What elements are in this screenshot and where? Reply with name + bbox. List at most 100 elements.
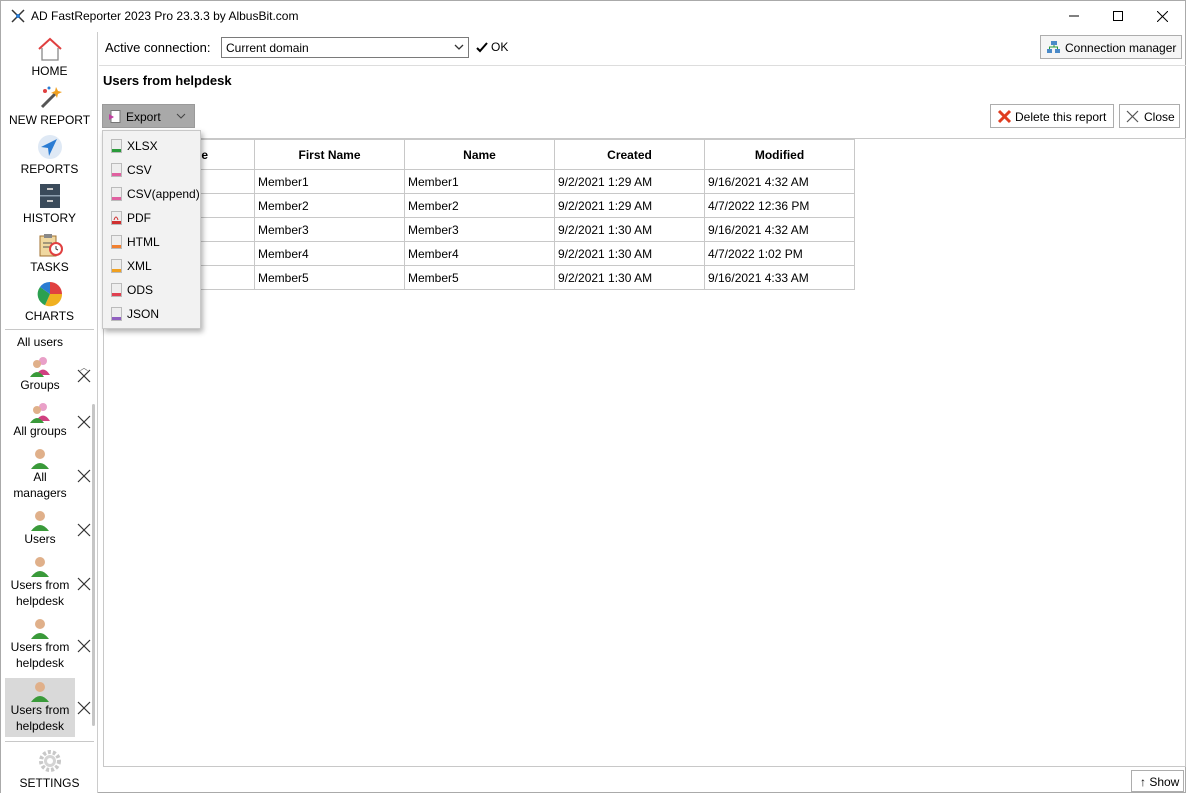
open-report-users-from-helpdesk-selected[interactable]: Users from helpdesk	[5, 678, 75, 737]
nav-history-label: HISTORY	[23, 211, 76, 225]
home-icon	[38, 37, 62, 61]
column-header[interactable]: Name	[404, 139, 555, 170]
sidebar-divider	[5, 329, 94, 330]
minimize-icon	[1068, 15, 1079, 17]
nav-home[interactable]: HOME	[1, 34, 98, 82]
export-menu-item-xml[interactable]: XML	[103, 255, 200, 279]
export-menu-item-json[interactable]: JSON	[103, 303, 200, 327]
connection-status: OK	[476, 40, 508, 54]
delete-report-button[interactable]: Delete this report	[990, 104, 1114, 128]
column-header[interactable]: Modified	[704, 139, 855, 170]
html-file-icon	[111, 235, 122, 249]
close-report-button[interactable]: Close	[1119, 104, 1180, 128]
export-menu-item-csv-append[interactable]: CSV(append)	[103, 183, 200, 207]
window-close-button[interactable]	[1140, 1, 1185, 31]
open-report-users[interactable]: Users	[5, 509, 75, 547]
nav-charts[interactable]: CHARTS	[1, 279, 98, 327]
open-report-all-groups[interactable]: All groups	[5, 401, 75, 439]
open-report-label: Users	[24, 532, 56, 546]
table-cell: 9/2/2021 1:30 AM	[554, 217, 705, 242]
connection-status-text: OK	[491, 40, 509, 54]
close-report-icon[interactable]	[77, 701, 91, 715]
export-menu-label: CSV(append)	[127, 187, 200, 201]
connection-select[interactable]: Current domain	[221, 37, 469, 58]
open-report-all-managers[interactable]: All managers	[5, 447, 75, 501]
nav-history[interactable]: HISTORY	[1, 181, 98, 229]
chevron-down-icon	[176, 113, 186, 119]
table-cell: 4/7/2022 1:02 PM	[704, 241, 855, 266]
file-cabinet-icon	[40, 184, 60, 208]
table-cell: 9/16/2021 4:33 AM	[704, 265, 855, 290]
nav-new-report-label: NEW REPORT	[8, 113, 91, 127]
table-cell: Member4	[254, 241, 405, 266]
table-row[interactable]: Member1 Member1 9/2/2021 1:29 AM 9/16/20…	[104, 169, 855, 194]
open-report-all-users[interactable]: All users	[5, 334, 75, 350]
close-report-icon[interactable]	[77, 369, 91, 383]
table-row[interactable]: Member3 Member3 9/2/2021 1:30 AM 9/16/20…	[104, 217, 855, 242]
nav-home-label: HOME	[31, 64, 68, 78]
table-cell: 9/16/2021 4:32 AM	[704, 169, 855, 194]
export-icon	[109, 110, 121, 123]
user-icon	[31, 682, 49, 702]
export-menu-item-xlsx[interactable]: XLSX	[103, 135, 200, 159]
export-label: Export	[126, 110, 161, 124]
table-row[interactable]: Member2 Member2 9/2/2021 1:29 AM 4/7/202…	[104, 193, 855, 218]
nav-settings[interactable]: SETTINGS	[1, 746, 98, 794]
xlsx-file-icon	[111, 139, 122, 153]
open-report-users-from-helpdesk[interactable]: Users from helpdesk	[5, 617, 75, 671]
minimize-button[interactable]	[1051, 1, 1096, 31]
open-report-users-from-helpdesk[interactable]: Users from helpdesk	[5, 555, 75, 609]
clipboard-clock-icon	[39, 234, 63, 257]
table-cell: Member3	[254, 217, 405, 242]
open-report-label: Users from helpdesk	[10, 640, 70, 670]
show-panel-button[interactable]: ↑ Show	[1131, 770, 1184, 792]
group-icon	[30, 403, 50, 423]
export-menu-item-csv[interactable]: CSV	[103, 159, 200, 183]
nav-new-report[interactable]: NEW REPORT	[1, 83, 98, 131]
table-cell: Member2	[254, 193, 405, 218]
column-header[interactable]: Created	[554, 139, 705, 170]
sidebar-scrollbar[interactable]	[92, 404, 95, 726]
network-icon	[1047, 41, 1060, 53]
export-menu-item-html[interactable]: HTML	[103, 231, 200, 255]
export-button[interactable]: Export	[102, 104, 195, 128]
connection-bar: Active connection: Current domain OK Con…	[99, 32, 1186, 66]
table-header-row: e First Name Name Created Modified	[104, 139, 855, 170]
close-report-icon[interactable]	[77, 577, 91, 591]
user-icon	[31, 511, 49, 531]
open-report-label: All users	[16, 335, 63, 349]
export-menu: XLSX CSV CSV(append) PDF HTML XML ODS JS…	[102, 130, 201, 329]
nav-tasks[interactable]: TASKS	[1, 230, 98, 278]
export-menu-label: ODS	[127, 283, 154, 297]
pdf-file-icon	[111, 211, 122, 225]
gear-icon	[39, 750, 61, 772]
chevron-down-icon	[454, 44, 464, 50]
column-header[interactable]: First Name	[254, 139, 405, 170]
table-row[interactable]: Member4 Member4 9/2/2021 1:30 AM 4/7/202…	[104, 241, 855, 266]
connection-manager-label: Connection manager	[1065, 41, 1177, 55]
close-report-icon[interactable]	[77, 415, 91, 429]
maximize-button[interactable]	[1095, 1, 1140, 31]
open-report-groups[interactable]: Groups	[5, 355, 75, 393]
close-icon	[1126, 110, 1139, 123]
nav-settings-label: SETTINGS	[19, 776, 80, 790]
delete-icon	[997, 109, 1012, 124]
nav-reports[interactable]: REPORTS	[1, 132, 98, 180]
pie-chart-icon	[37, 281, 63, 307]
close-report-label: Close	[1144, 110, 1175, 124]
close-report-icon[interactable]	[77, 523, 91, 537]
close-report-icon[interactable]	[77, 469, 91, 483]
table-row[interactable]: Member5 Member5 9/2/2021 1:30 AM 9/16/20…	[104, 265, 855, 290]
open-report-label: All groups	[13, 424, 67, 438]
export-menu-item-ods[interactable]: ODS	[103, 279, 200, 303]
ods-file-icon	[111, 283, 122, 297]
export-menu-item-pdf[interactable]: PDF	[103, 207, 200, 231]
csv-file-icon	[111, 163, 122, 177]
connection-selected-value: Current domain	[226, 41, 309, 55]
nav-tasks-label: TASKS	[30, 260, 69, 274]
table-cell: Member5	[404, 265, 555, 290]
close-report-icon[interactable]	[77, 639, 91, 653]
table-cell: Member4	[404, 241, 555, 266]
connection-manager-button[interactable]: Connection manager	[1040, 35, 1182, 59]
delete-report-label: Delete this report	[1015, 110, 1107, 124]
